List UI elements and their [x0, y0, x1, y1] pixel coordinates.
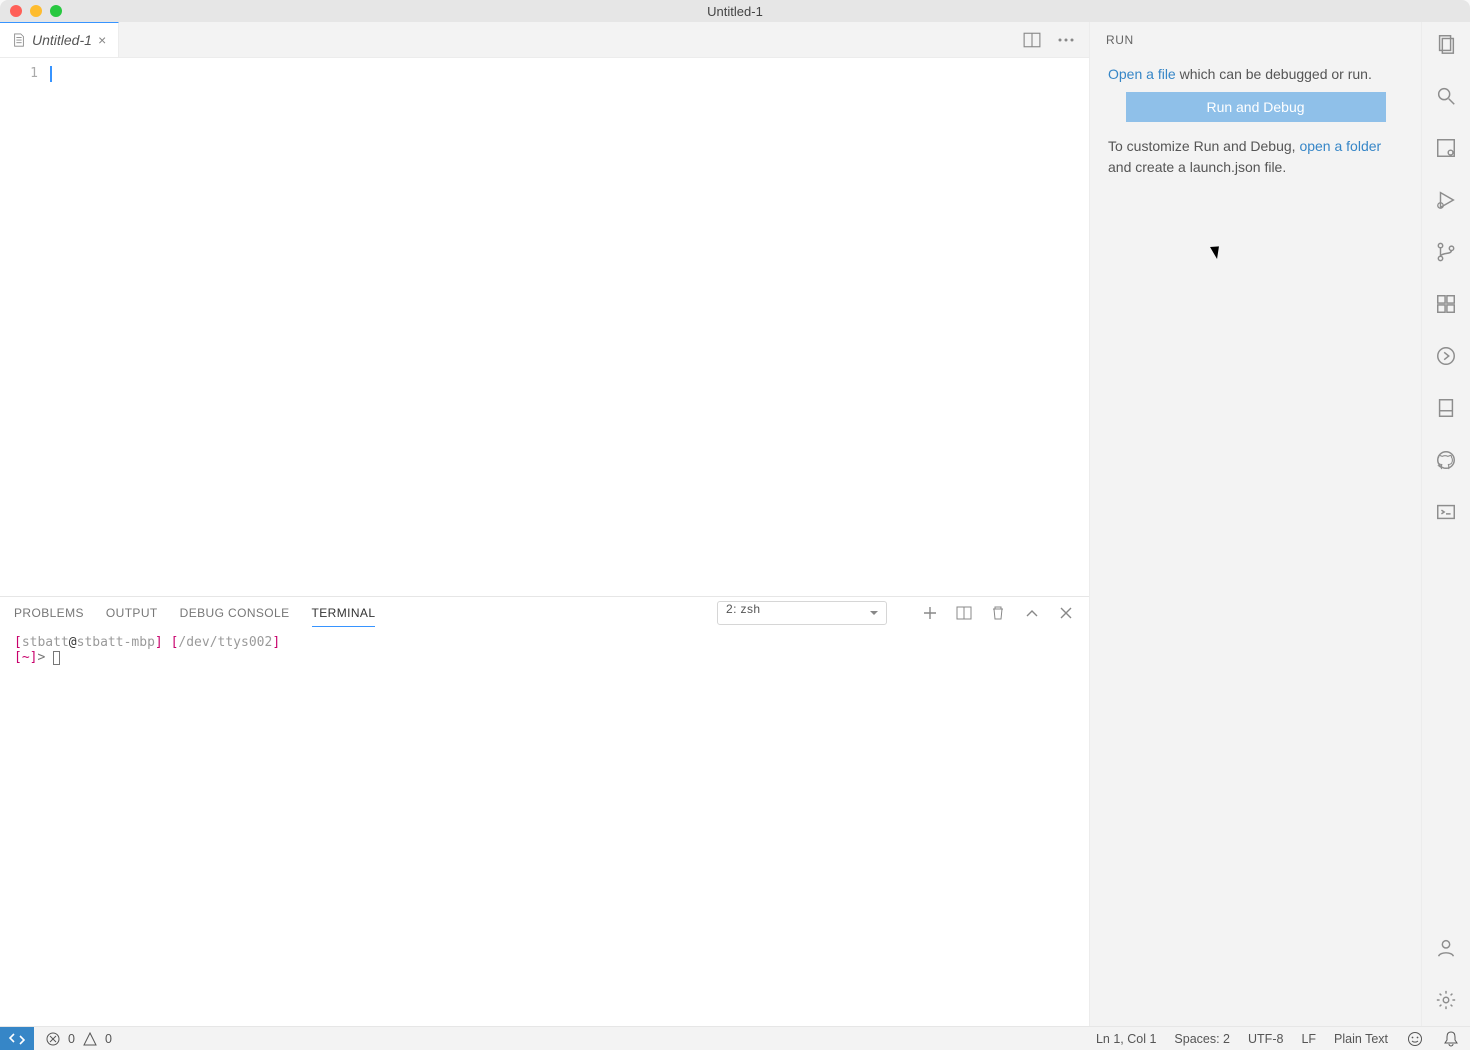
customize-post: and create a launch.json file.	[1108, 159, 1286, 175]
panel-tab-problems[interactable]: PROBLEMS	[14, 600, 84, 626]
more-actions-icon[interactable]	[1057, 31, 1075, 49]
close-panel-icon[interactable]	[1057, 604, 1075, 622]
kill-terminal-icon[interactable]	[989, 604, 1007, 622]
status-spaces[interactable]: Spaces: 2	[1174, 1032, 1230, 1046]
editor-tabs: Untitled-1 ×	[0, 22, 1089, 58]
terminal-selector-label: 2: zsh	[726, 602, 760, 616]
todo-icon[interactable]	[1434, 396, 1458, 420]
editor-content[interactable]	[50, 58, 1089, 596]
run-panel-header: RUN	[1090, 22, 1421, 58]
run-open-file-line: Open a file which can be debugged or run…	[1108, 64, 1403, 84]
terminal-icon[interactable]	[1434, 500, 1458, 524]
github-icon[interactable]	[1434, 448, 1458, 472]
terminal[interactable]: [stbatt@stbatt-mbp] [/dev/ttys002] [~]>	[0, 629, 1089, 1026]
minimize-window-button[interactable]	[30, 5, 42, 17]
zoom-window-button[interactable]	[50, 5, 62, 17]
extensions-icon[interactable]	[1434, 292, 1458, 316]
run-icon[interactable]	[1434, 188, 1458, 212]
terminal-user: stbatt	[22, 635, 69, 650]
source-control-icon[interactable]	[1434, 136, 1458, 160]
main-area: Untitled-1 × 1 PROBLE	[0, 22, 1470, 1026]
panel-tab-terminal[interactable]: TERMINAL	[312, 600, 376, 627]
file-icon	[12, 33, 26, 47]
account-icon[interactable]	[1434, 936, 1458, 960]
terminal-tty: /dev/ttys002	[178, 635, 272, 650]
run-and-debug-button[interactable]: Run and Debug	[1126, 92, 1386, 122]
terminal-prompt-char: >	[37, 650, 45, 665]
window-title: Untitled-1	[0, 4, 1470, 19]
editor[interactable]: 1	[0, 58, 1089, 596]
notifications-icon[interactable]	[1442, 1030, 1460, 1048]
panel-action-icons	[921, 604, 1075, 622]
split-editor-icon[interactable]	[1023, 31, 1041, 49]
run-customize-line: To customize Run and Debug, open a folde…	[1108, 136, 1403, 177]
status-problems[interactable]: 0 0	[46, 1032, 112, 1046]
feedback-icon[interactable]	[1406, 1030, 1424, 1048]
close-window-button[interactable]	[10, 5, 22, 17]
customize-pre: To customize Run and Debug,	[1108, 138, 1299, 154]
maximize-panel-icon[interactable]	[1023, 604, 1041, 622]
git-branch-icon[interactable]	[1434, 240, 1458, 264]
editor-tab-actions	[1023, 22, 1089, 57]
remote-explorer-icon[interactable]	[1434, 344, 1458, 368]
status-bar: 0 0 Ln 1, Col 1 Spaces: 2 UTF-8 LF Plain…	[0, 1026, 1470, 1050]
split-terminal-icon[interactable]	[955, 604, 973, 622]
panel-tab-output[interactable]: OUTPUT	[106, 600, 158, 626]
editor-column: Untitled-1 × 1 PROBLE	[0, 22, 1090, 1026]
terminal-cwd: ~	[22, 650, 30, 665]
run-panel-body: Open a file which can be debugged or run…	[1090, 58, 1421, 183]
status-language[interactable]: Plain Text	[1334, 1032, 1388, 1046]
window-controls	[10, 5, 62, 17]
explorer-icon[interactable]	[1434, 32, 1458, 56]
status-errors-count: 0	[68, 1032, 75, 1046]
bottom-panel: PROBLEMS OUTPUT DEBUG CONSOLE TERMINAL 2…	[0, 596, 1089, 1026]
activity-bar	[1422, 22, 1470, 1026]
panel-tabs: PROBLEMS OUTPUT DEBUG CONSOLE TERMINAL 2…	[0, 597, 1089, 629]
search-icon[interactable]	[1434, 84, 1458, 108]
editor-cursor	[50, 66, 52, 82]
remote-indicator[interactable]	[0, 1027, 34, 1050]
status-right: Ln 1, Col 1 Spaces: 2 UTF-8 LF Plain Tex…	[1096, 1030, 1470, 1048]
settings-icon[interactable]	[1434, 988, 1458, 1012]
terminal-selector[interactable]: 2: zsh	[717, 601, 887, 625]
panel-tab-debug-console[interactable]: DEBUG CONSOLE	[180, 600, 290, 626]
status-eol[interactable]: LF	[1301, 1032, 1316, 1046]
terminal-host: stbatt-mbp	[77, 635, 155, 650]
terminal-cursor	[53, 651, 60, 665]
open-file-rest: which can be debugged or run.	[1176, 66, 1372, 82]
new-terminal-icon[interactable]	[921, 604, 939, 622]
editor-gutter: 1	[0, 58, 50, 596]
titlebar: Untitled-1	[0, 0, 1470, 22]
run-panel-title: RUN	[1106, 33, 1134, 47]
open-file-link[interactable]: Open a file	[1108, 66, 1176, 82]
status-warnings-count: 0	[105, 1032, 112, 1046]
editor-tab-label: Untitled-1	[32, 32, 92, 48]
line-number: 1	[0, 66, 38, 81]
run-panel: RUN Open a file which can be debugged or…	[1090, 22, 1422, 1026]
editor-tab-untitled[interactable]: Untitled-1 ×	[0, 22, 119, 57]
status-ln-col[interactable]: Ln 1, Col 1	[1096, 1032, 1156, 1046]
status-encoding[interactable]: UTF-8	[1248, 1032, 1283, 1046]
open-folder-link[interactable]: open a folder	[1299, 138, 1381, 154]
close-tab-button[interactable]: ×	[98, 32, 106, 48]
